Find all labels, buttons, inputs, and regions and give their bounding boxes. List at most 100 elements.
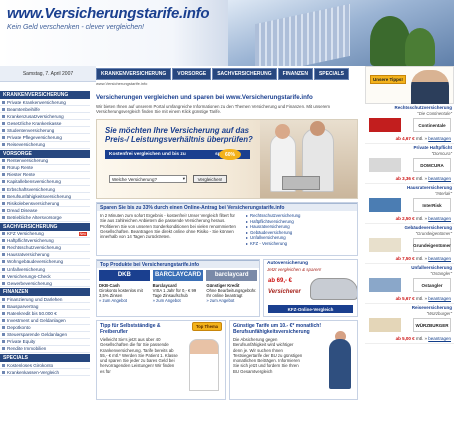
sidebar-item-label: Rendite Immobilien (7, 346, 47, 352)
car-insurance-price: ab 69,- € (268, 278, 293, 284)
products-title: Top Produkte bei Versicherungstarife.inf… (97, 260, 259, 268)
bullet-icon (2, 319, 5, 323)
bullet-icon (2, 260, 5, 264)
sidebar-item[interactable]: Bausparvertrag (0, 303, 90, 311)
main-navigation: KRANKENVERSICHERUNG VORSORGE SACHVERSICH… (96, 68, 358, 80)
bullet-icon (2, 267, 5, 271)
sidebar-item[interactable]: Investment und Geldanlagen (0, 318, 90, 325)
sidebar-item[interactable]: Rentenversicherung (0, 158, 90, 165)
sidebar-item[interactable]: Berufsunfähigkeitsversicherung (0, 193, 90, 201)
offer-apply-link[interactable]: beantragen (428, 256, 451, 261)
tips-box: Tipp für Selbstständige & Freiberufler T… (96, 320, 226, 400)
insurance-select[interactable]: Welche Versicherung? ▾ (109, 175, 187, 183)
product-card: barclaycard Günstiger Kredit Ohne Bearbeit… (206, 270, 258, 303)
sidebar-item[interactable]: Risikolebensversicherung (0, 200, 90, 208)
sidebar-item[interactable]: Hausratversicherung (0, 252, 90, 259)
sidebar-item[interactable]: Rürup Rente (0, 165, 90, 172)
sidebar-item[interactable]: Steuersparende Geldanlagen (0, 332, 90, 339)
tree-image (405, 28, 435, 66)
sidebar-item[interactable]: Gewerbeversicherung (0, 280, 90, 288)
bullet-icon (2, 347, 5, 351)
offer-image (369, 318, 401, 332)
sidebar-item[interactable]: Versicherungs-Check (0, 273, 90, 281)
tab-sachversicherung[interactable]: SACHVERSICHERUNG (212, 68, 277, 80)
sidebar-item[interactable]: Erbschaftsversicherung (0, 186, 90, 194)
savings-text: In 2 Minuten zum sofort Ergebnis - koste… (100, 213, 236, 240)
sidebar-item-label: Berufsunfähigkeitsversicherung (7, 193, 72, 199)
car-insurance-label: Versicherer (268, 289, 301, 295)
sidebar-item[interactable]: Krankenzusatzversicherung (0, 113, 90, 121)
doctor-image (189, 339, 219, 391)
offer-period: mtl. (415, 296, 424, 301)
sidebar-item[interactable]: Kostenloses Girokonto (0, 362, 90, 370)
tips-banner: Unsere Tipps! (365, 66, 454, 104)
sidebar-item[interactable]: Dread Disease (0, 207, 90, 215)
savings-link-item[interactable]: ▸ KFZ - Versicherung (246, 241, 354, 247)
car-compare-button[interactable]: KFZ-Online-Vergleich (268, 305, 353, 313)
tab-finanzen[interactable]: FINANZEN (277, 68, 313, 80)
tab-krankenversicherung[interactable]: KRANKENVERSICHERUNG (96, 68, 172, 80)
offer-period: mtl. (415, 256, 424, 261)
sidebar-item[interactable]: Private Equity (0, 339, 90, 346)
sidebar-item-label: Private Equity (7, 339, 36, 345)
sidebar-item[interactable]: Unfallversicherung (0, 266, 90, 274)
bullet-icon (2, 180, 5, 184)
offer-apply-link[interactable]: beantragen (428, 296, 451, 301)
hero-question: Sie möchten Ihre Versicherung auf das Pr… (105, 126, 253, 144)
offer-apply-link[interactable]: beantragen (428, 136, 451, 141)
tab-vorsorge[interactable]: VORSORGE (172, 68, 212, 80)
bullet-icon (2, 274, 5, 278)
sidebar-item[interactable]: Riester Rente (0, 172, 90, 179)
sidebar-item[interactable]: Haftpflichtversicherung (0, 238, 90, 245)
sidebar-item[interactable]: Rechtsschutzversicherung (0, 245, 90, 252)
sidebar-item[interactable]: Reiseversicherung (0, 142, 90, 149)
offer-image (369, 278, 401, 292)
sidebar-item[interactable]: Beamtenbeihilfe (0, 106, 90, 114)
compare-button[interactable]: Vergleichen! (193, 175, 227, 183)
offer-apply-link[interactable]: beantragen (428, 216, 451, 221)
savings-link[interactable]: KFZ - Versicherung (250, 241, 287, 247)
sidebar-item[interactable]: Krankenkassen-Vergleich (0, 369, 90, 377)
sidebar-item[interactable]: Private Krankenversicherung (0, 99, 90, 107)
offer-apply-link[interactable]: beantragen (428, 336, 451, 341)
site-logo[interactable]: www.Versicherungstarife.info (7, 5, 210, 22)
product-link[interactable]: » zum Angebot (206, 298, 234, 303)
sidebar-item[interactable]: Finanzierung und Darlehen (0, 296, 90, 304)
sidebar-item-label: Private Krankenversicherung (7, 99, 66, 105)
offer-logo: Grundeigentümer (413, 238, 451, 252)
bullet-icon (2, 363, 5, 367)
offer-image (369, 198, 401, 212)
bullet-icon (2, 253, 5, 257)
offer-price: ab 5,00 € (395, 336, 415, 341)
sidebar-item[interactable]: Studentenversicherung (0, 127, 90, 135)
offer-price: ab 3,36 € (395, 176, 415, 181)
person-face (275, 124, 290, 139)
bullet-icon (2, 232, 5, 236)
bullet-icon (2, 246, 5, 250)
tree-image (370, 16, 410, 66)
sidebar-item[interactable]: Rendite Immobilien (0, 346, 90, 353)
offer-block: Hausratversicherung "Interlak" InterRisk ab… (365, 184, 454, 224)
product-link[interactable]: » zum Angebot (153, 298, 181, 303)
sidebar-item[interactable]: Wohngebäudeversicherung (0, 259, 90, 266)
offer-price: ab 5,67 € (395, 296, 415, 301)
intro-text: Wir bieten Ihnen auf unserem Portal umfa… (96, 104, 330, 115)
sidebar-item[interactable]: Private Pflegeversicherung (0, 134, 90, 142)
sidebar-item[interactable]: Betriebliche Altersvorsorge (0, 214, 90, 222)
sidebar-item-label: Bausparvertrag (7, 303, 39, 309)
sidebar-item[interactable]: KFZ Versicherung Neu (0, 231, 90, 238)
tab-specials[interactable]: SPECIALS (313, 68, 349, 80)
site-tagline: Kein Geld verschenken - clever vergleich… (7, 24, 144, 31)
product-link[interactable]: » zum Angebot (99, 298, 127, 303)
offer-apply-link[interactable]: beantragen (428, 176, 451, 181)
sidebar-item[interactable]: Ratenkredit bis 50.000 € (0, 310, 90, 318)
car-insurance-subtitle: Jetzt vergleichen & sparen! (267, 267, 322, 272)
sidebar-item[interactable]: Gesetzliche Krankenkasse (0, 120, 90, 128)
offer-subtitle: "Interlak" (434, 190, 452, 196)
bullet-icon (2, 159, 5, 163)
sidebar-item[interactable]: Depotkonto (0, 325, 90, 332)
sidebar-item[interactable]: Kapitallebensversicherung (0, 179, 90, 187)
sidebar-item-label: Ratenkredit bis 50.000 € (7, 310, 57, 316)
savings-box: Sparen Sie bis zu 33% durch einen Online… (96, 202, 358, 256)
products-list: DKB DKB-Cash Girokonto kostenlos mit 3,5% … (97, 268, 259, 305)
